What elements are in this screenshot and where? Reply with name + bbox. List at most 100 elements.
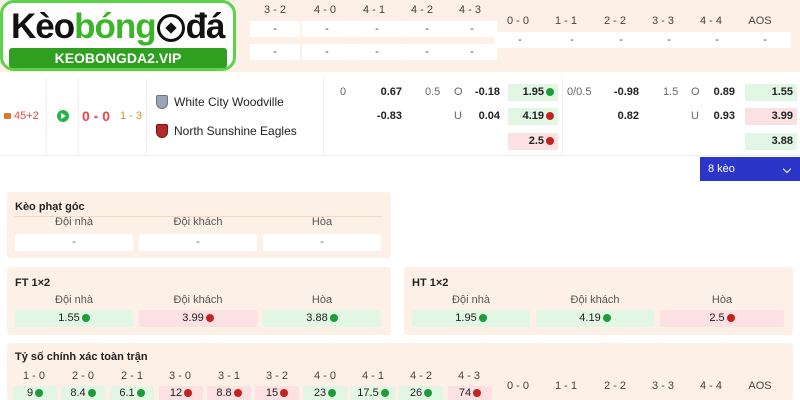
home-team[interactable]: White City Woodville [156, 95, 284, 109]
ft-panel-away-odd[interactable]: 3.99 [139, 310, 257, 327]
away-team[interactable]: North Sunshine Eagles [156, 124, 297, 138]
live-play-icon[interactable] [57, 110, 69, 122]
arrow-up-icon [87, 389, 96, 397]
odd-value: 1.95 [455, 312, 477, 324]
more-odds-button[interactable]: 8 kèo [700, 157, 800, 181]
match-row[interactable]: 45+2 0 - 0 1 - 3 White City Woodville No… [0, 78, 800, 156]
score-header: 3 - 2 [265, 370, 288, 382]
odd-value: 3.88 [306, 312, 328, 324]
score-odd[interactable]: - [302, 44, 352, 60]
ht-under-odd[interactable]: 0.93 [703, 108, 739, 125]
correct-score-odd[interactable]: 26 [399, 386, 443, 400]
correct-score-odd[interactable]: 15 [255, 386, 299, 400]
score-odd[interactable]: - [447, 44, 497, 60]
ft-draw-odd[interactable]: 2.5 [508, 133, 558, 150]
ht-panel-away-odd[interactable]: 4.19 [536, 310, 654, 327]
correct-score-odd[interactable]: 12 [159, 386, 203, 400]
score-header: 3 - 3 [651, 380, 674, 392]
ht-draw-odd[interactable]: 3.88 [745, 133, 797, 150]
correct-score-odd[interactable]: 17.5 [351, 386, 395, 400]
site-logo[interactable]: Kèobóng đá KEOBONGDA2.VIP [0, 0, 236, 71]
score-header: 2 - 0 [71, 370, 94, 382]
correct-score-odd[interactable]: 23 [303, 386, 347, 400]
col-header: Hòa [711, 294, 733, 306]
under-odd[interactable]: 0.04 [466, 108, 504, 125]
score-header: 3 - 1 [217, 370, 240, 382]
ht-away-odd[interactable]: 3.99 [745, 108, 797, 125]
ht-1x2-panel: HT 1×2 Đội nhà Đội khách Hòa 1.95 4.19 2… [404, 267, 793, 335]
score-odd[interactable]: - [250, 44, 300, 60]
corner-draw-odd[interactable]: - [263, 234, 381, 251]
correct-score-odd[interactable]: 8.4 [61, 386, 105, 400]
ht-handicap-home-odd[interactable]: -0.98 [603, 84, 643, 101]
score-odd[interactable]: - [739, 32, 791, 48]
arrow-up-icon [602, 314, 611, 322]
panel-title: Kèo phạt góc [15, 201, 85, 213]
odd-value: 1.55 [58, 312, 80, 324]
team-crest-icon [156, 124, 168, 138]
score-odd[interactable]: - [546, 32, 598, 48]
over-odd[interactable]: -0.18 [466, 84, 504, 101]
score-header: 3 - 3 [651, 15, 674, 27]
score-odd[interactable]: - [250, 21, 300, 37]
ht-handicap-line: 0/0.5 [567, 86, 592, 98]
score-odd[interactable]: - [643, 32, 695, 48]
score-odd[interactable]: - [494, 32, 546, 48]
corner-home-odd[interactable]: - [15, 234, 133, 251]
arrow-up-icon [328, 389, 337, 397]
col-header: Đội nhà [55, 216, 93, 228]
ft-panel-home-odd[interactable]: 1.55 [15, 310, 133, 327]
panel-title: Tỷ số chính xác toàn trận [15, 351, 148, 363]
score-header: 4 - 1 [362, 4, 385, 16]
correct-score-odd[interactable]: 9 [13, 386, 57, 400]
ft-panel-draw-odd[interactable]: 3.88 [263, 310, 381, 327]
logo-title: Kèobóng đá [11, 7, 226, 47]
correct-score-odd[interactable]: 8.8 [207, 386, 251, 400]
col-header: Hòa [311, 294, 333, 306]
under-label: U [454, 110, 462, 122]
correct-score-odd[interactable]: 6.1 [110, 386, 154, 400]
score-odd[interactable]: - [352, 44, 402, 60]
arrow-up-icon [546, 88, 554, 96]
odd-value: 74 [458, 387, 472, 399]
score-odd[interactable]: - [402, 44, 452, 60]
panel-title: HT 1×2 [412, 277, 449, 289]
away-team-name: North Sunshine Eagles [174, 124, 297, 138]
ht-panel-draw-odd[interactable]: 2.5 [660, 310, 784, 327]
divider [146, 78, 147, 156]
arrow-down-icon [546, 137, 554, 145]
score-odd[interactable]: - [402, 21, 452, 37]
col-header: Đội khách [173, 216, 223, 228]
score-odd[interactable]: - [595, 32, 647, 48]
score-header: 4 - 2 [409, 370, 432, 382]
ft-away-odd[interactable]: 4.19 [508, 108, 558, 125]
arrow-up-icon [136, 389, 145, 397]
score-odd[interactable]: - [302, 21, 352, 37]
corner-away-odd[interactable]: - [139, 234, 257, 251]
score-odd[interactable]: - [691, 32, 743, 48]
odd-value: 23 [313, 387, 327, 399]
corner-odds-panel: Kèo phạt góc Đội nhà Đội khách Hòa - - - [7, 192, 391, 258]
score-header: 1 - 1 [554, 380, 577, 392]
ft-home-odd[interactable]: 1.95 [508, 84, 558, 101]
ht-over-label: O [691, 86, 700, 98]
handicap-home-odd[interactable]: 0.67 [360, 84, 406, 101]
score-odd[interactable]: - [352, 21, 402, 37]
ht-handicap-away-odd[interactable]: 0.82 [603, 108, 643, 125]
score-header: 0 - 0 [506, 380, 529, 392]
ht-panel-home-odd[interactable]: 1.95 [412, 310, 530, 327]
odd-value: 6.1 [119, 387, 135, 399]
match-minute: 45+2 [14, 110, 39, 122]
score-header: 4 - 2 [410, 4, 433, 16]
odd-value: 26 [409, 387, 423, 399]
ht-home-odd[interactable]: 1.55 [745, 84, 797, 101]
odd-value: 4.19 [522, 110, 544, 122]
correct-score-odd[interactable]: 74 [448, 386, 492, 400]
handicap-away-odd[interactable]: -0.83 [360, 108, 406, 125]
score-odd[interactable]: - [447, 21, 497, 37]
ou-line: 0.5 [425, 86, 441, 98]
logo-site-url: KEOBONGDA2.VIP [9, 48, 227, 68]
ht-over-odd[interactable]: 0.89 [703, 84, 739, 101]
home-team-name: White City Woodville [174, 95, 284, 109]
score-header: 3 - 0 [168, 370, 191, 382]
